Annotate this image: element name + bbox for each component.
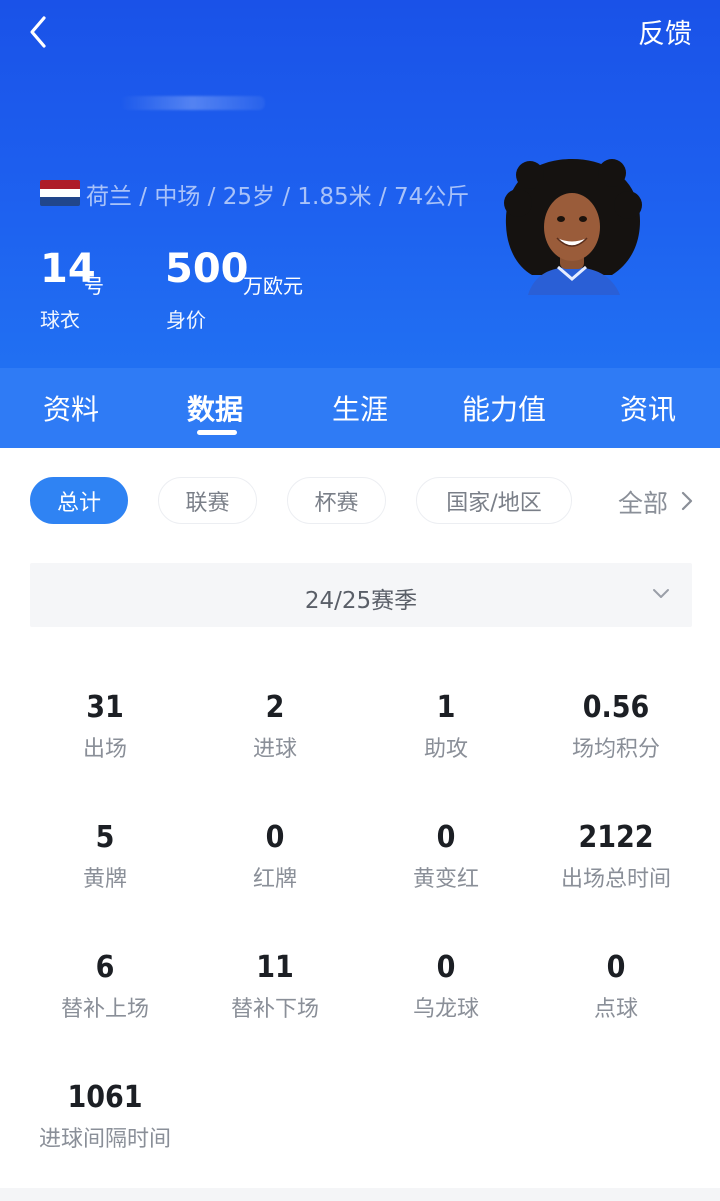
stat-value: 6 [95, 950, 115, 985]
stat-assists: 1 助攻 [361, 688, 531, 763]
back-arrow-icon[interactable] [22, 12, 62, 52]
player-meta: 荷兰 / 中场 / 25岁 / 1.85米 / 74公斤 [86, 184, 470, 210]
stat-goal-interval: 1061 进球间隔时间 [20, 1078, 190, 1153]
stat-sub-off: 11 替补下场 [190, 948, 360, 1023]
stat-points-per-game: 0.56 场均积分 [531, 688, 701, 763]
tab-profile[interactable]: 资料 [43, 388, 99, 428]
market-value-unit: 万欧元 [243, 274, 303, 298]
player-name-blurred [120, 96, 265, 110]
stat-second-yellow: 0 黄变红 [361, 818, 531, 893]
netherlands-flag-icon [40, 180, 80, 206]
stat-label: 红牌 [252, 867, 297, 892]
stat-red-cards: 0 红牌 [190, 818, 360, 893]
active-tab-indicator [197, 430, 237, 435]
stat-label: 出场总时间 [560, 867, 671, 892]
stat-minutes-played: 2122 出场总时间 [531, 818, 701, 893]
market-value-number: 500 [165, 246, 249, 292]
stat-value: 0.56 [582, 690, 650, 725]
feedback-button[interactable]: 反馈 [638, 12, 692, 51]
filter-total[interactable]: 总计 [30, 477, 128, 524]
tab-bar: 资料 数据 生涯 能力值 资讯 [0, 368, 720, 448]
player-avatar [504, 159, 642, 295]
market-value-label: 身价 [166, 308, 206, 332]
player-header: 反馈 荷兰 / 中场 / 25岁 / 1.85米 / 74公斤 14 号 球衣 … [0, 0, 720, 368]
stat-label: 替补下场 [230, 997, 319, 1022]
tab-news[interactable]: 资讯 [620, 388, 676, 428]
chevron-down-icon [653, 589, 669, 598]
bottom-divider [0, 1188, 720, 1201]
stat-label: 乌龙球 [412, 997, 479, 1022]
stat-value: 11 [256, 950, 294, 985]
stat-label: 进球间隔时间 [38, 1127, 171, 1152]
stat-sub-on: 6 替补上场 [20, 948, 190, 1023]
filter-national[interactable]: 国家/地区 [416, 477, 572, 524]
stat-penalties: 0 点球 [531, 948, 701, 1023]
filter-league[interactable]: 联赛 [158, 477, 257, 524]
stat-label: 黄牌 [82, 867, 127, 892]
stat-label: 助攻 [423, 737, 468, 762]
chevron-right-icon[interactable] [680, 491, 694, 511]
stat-value: 0 [265, 820, 285, 855]
season-label: 24/25赛季 [304, 588, 418, 614]
stat-value: 2 [265, 690, 285, 725]
stat-label: 出场 [82, 737, 127, 762]
stat-value: 5 [95, 820, 115, 855]
filter-all-button[interactable]: 全部 [618, 484, 668, 520]
stat-yellow-cards: 5 黄牌 [20, 818, 190, 893]
stat-value: 0 [436, 820, 456, 855]
jersey-label: 球衣 [40, 308, 80, 332]
jersey-unit: 号 [84, 274, 104, 298]
stat-value: 31 [86, 690, 124, 725]
stat-goals: 2 进球 [190, 688, 360, 763]
tab-stats[interactable]: 数据 [187, 388, 243, 428]
season-dropdown[interactable]: 24/25赛季 [30, 563, 692, 627]
stat-value: 0 [606, 950, 626, 985]
stat-label: 点球 [593, 997, 638, 1022]
stat-label: 黄变红 [412, 867, 479, 892]
stat-value: 1 [436, 690, 456, 725]
stat-label: 场均积分 [571, 737, 660, 762]
tab-ability[interactable]: 能力值 [462, 388, 546, 428]
stat-own-goals: 0 乌龙球 [361, 948, 531, 1023]
stat-value: 0 [436, 950, 456, 985]
stat-label: 进球 [252, 737, 297, 762]
tab-career[interactable]: 生涯 [332, 388, 388, 428]
stat-value: 1061 [67, 1080, 143, 1115]
stat-label: 替补上场 [60, 997, 149, 1022]
stat-value: 2122 [578, 820, 654, 855]
filter-cup[interactable]: 杯赛 [287, 477, 386, 524]
stat-appearances: 31 出场 [20, 688, 190, 763]
